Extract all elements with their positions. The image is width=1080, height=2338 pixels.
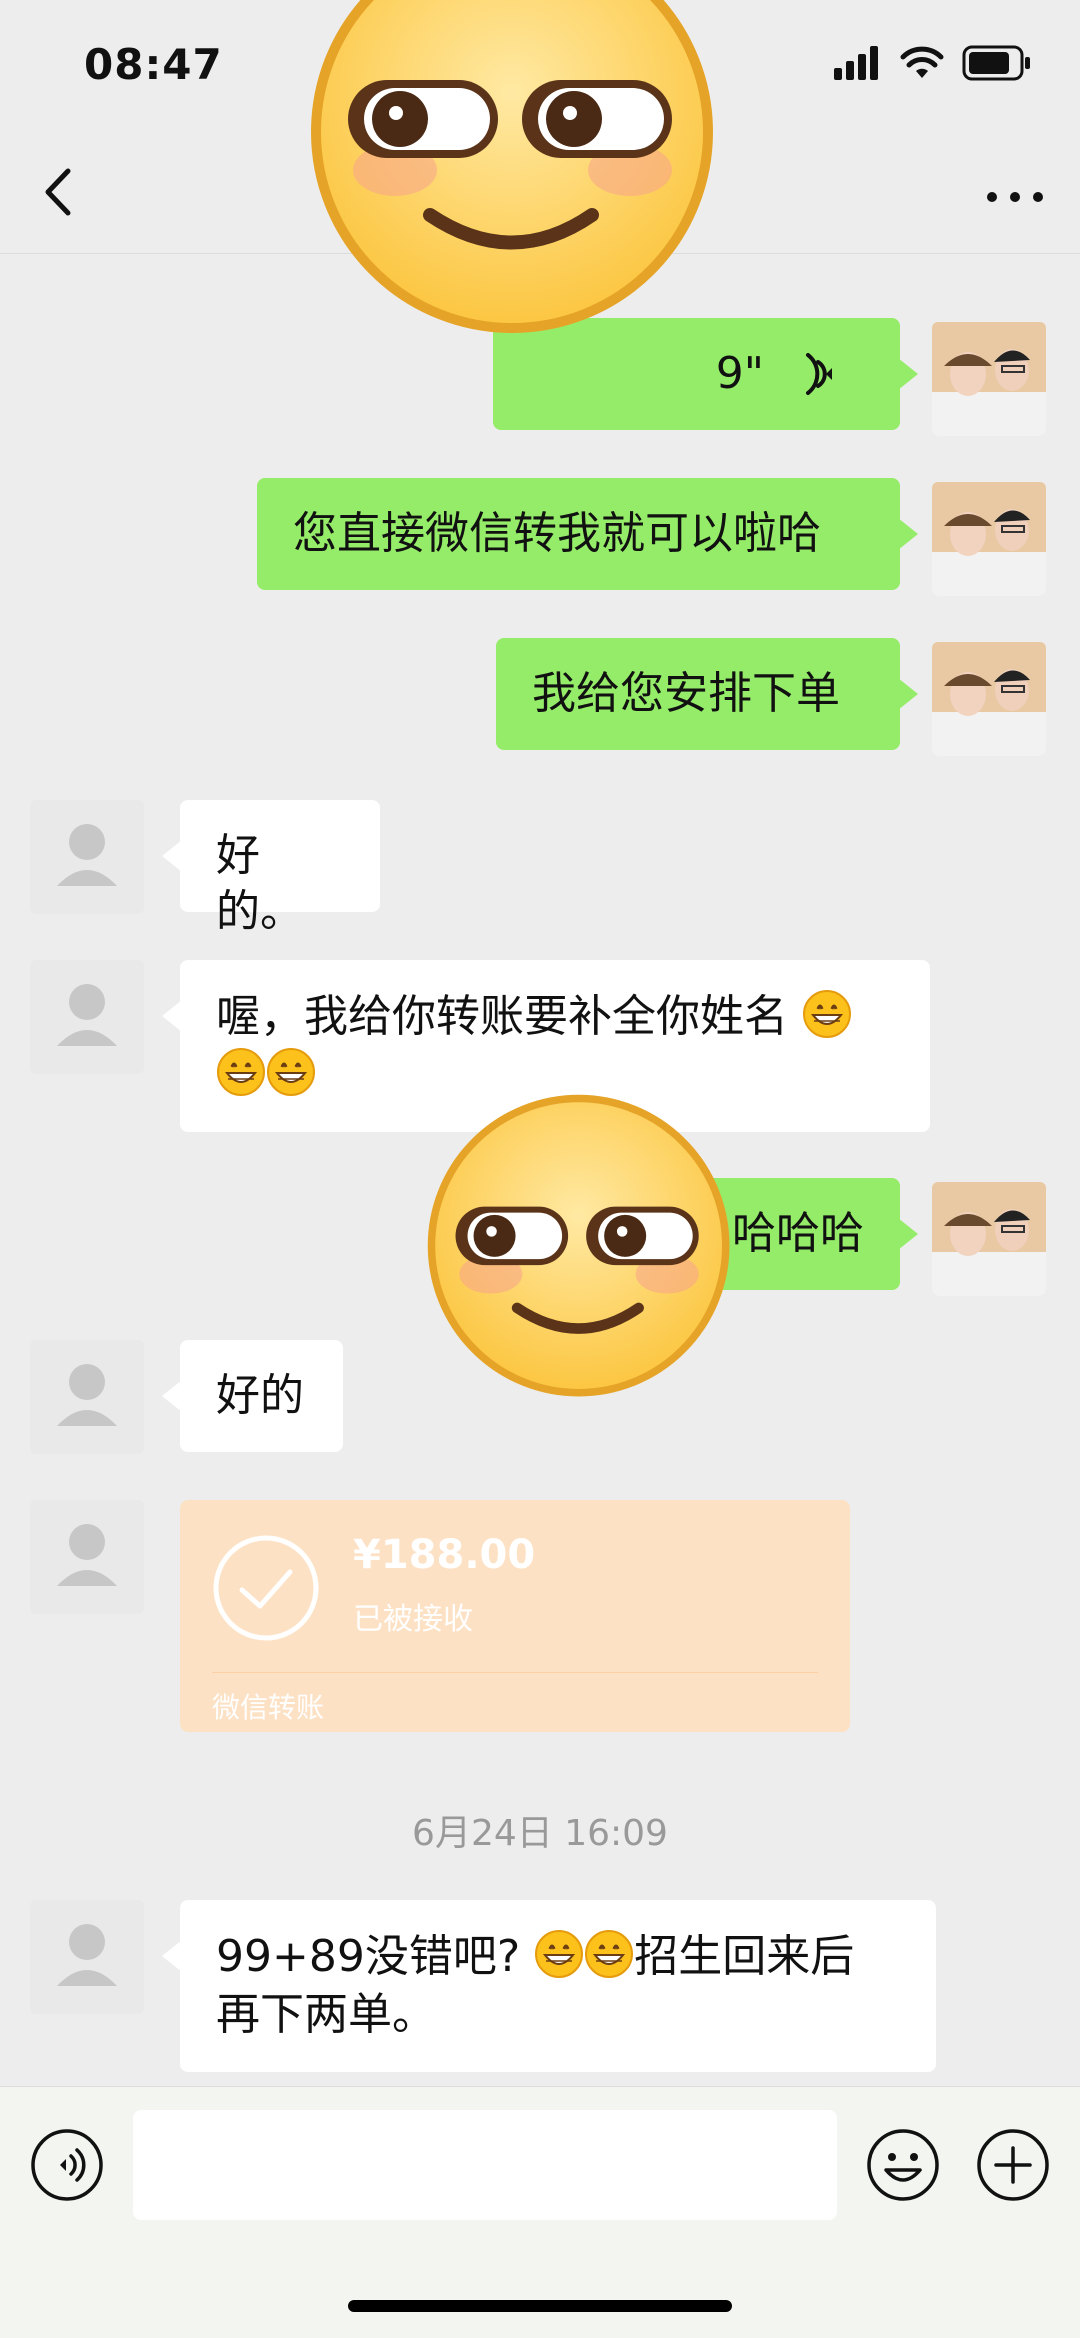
smirk-emoji-icon [311, 0, 713, 333]
couple-photo-avatar [932, 322, 1046, 436]
couple-photo-avatar [932, 642, 1046, 756]
couple-photo-avatar [932, 1182, 1046, 1296]
voice-input-icon [31, 2129, 103, 2201]
avatar[interactable] [932, 322, 1046, 436]
default-user-icon [57, 1924, 117, 1986]
battery-icon [962, 45, 1030, 81]
message-bubble[interactable]: 好的 [162, 1340, 343, 1452]
message-bubble[interactable]: 我给您安排下单 [496, 638, 918, 750]
transfer-status: 已被接收 [353, 1602, 473, 1637]
message-bubble[interactable]: 您直接微信转我就可以啦哈 [257, 478, 918, 590]
grin-emoji-icon [535, 1930, 584, 1978]
emoji-icon [867, 2129, 939, 2201]
grin-emoji-icon [803, 990, 851, 1038]
message-text: 好的 [216, 1370, 304, 1421]
signal-icon [834, 46, 878, 80]
message-bubble[interactable]: 99+89没错吧? 招生回来后 再下两单。 [162, 1900, 936, 2072]
message-input[interactable] [133, 2110, 837, 2220]
smirk-emoji-icon [427, 1094, 730, 1397]
avatar[interactable] [30, 800, 144, 914]
plus-icon [977, 2129, 1049, 2201]
avatar[interactable] [932, 482, 1046, 596]
wifi-icon [900, 46, 944, 78]
transfer-amount: ¥188.00 [353, 1532, 536, 1578]
avatar[interactable] [932, 642, 1046, 756]
grin-emoji-icon [267, 1048, 315, 1096]
message-text: 招生回来后 [634, 1931, 855, 1982]
voice-wave-icon [806, 353, 832, 395]
avatar[interactable] [932, 1182, 1046, 1296]
grin-emoji-icon [217, 1048, 265, 1096]
default-user-icon [57, 1364, 117, 1426]
emoji-button[interactable] [866, 2128, 940, 2202]
transfer-card[interactable]: ¥188.00 已被接收 微信转账 [180, 1500, 850, 1732]
avatar[interactable] [30, 1500, 144, 1614]
back-button[interactable] [30, 157, 90, 227]
divider [212, 1672, 818, 1673]
transfer-label: 微信转账 [212, 1691, 325, 1724]
couple-photo-avatar [932, 482, 1046, 596]
voice-toggle-button[interactable] [30, 2128, 104, 2202]
message-bubble[interactable]: 好的。 [162, 800, 380, 937]
avatar[interactable] [30, 1340, 144, 1454]
message-text: 好的。 [216, 830, 304, 937]
status-time: 08:47 [84, 40, 223, 89]
status-icons [834, 45, 1032, 81]
default-user-icon [57, 824, 117, 886]
voice-duration: 9" [715, 348, 764, 399]
more-button[interactable] [980, 159, 1050, 229]
check-circle-icon [213, 1535, 319, 1641]
default-user-icon [57, 984, 117, 1046]
message-text: 您直接微信转我就可以啦哈 [293, 508, 821, 559]
grin-emoji-icon [585, 1930, 634, 1978]
default-user-icon [57, 1524, 117, 1586]
message-text: 再下两单。 [216, 1989, 436, 2040]
avatar[interactable] [30, 960, 144, 1074]
message-text: 哈哈哈 [732, 1208, 864, 1259]
message-text: 我给您安排下单 [532, 668, 840, 719]
chevron-left-icon [45, 168, 71, 216]
more-dots-icon [987, 192, 1043, 202]
message-text: 99+89没错吧? [216, 1931, 521, 1982]
home-indicator [348, 2300, 732, 2312]
avatar[interactable] [30, 1900, 144, 2014]
add-button[interactable] [976, 2128, 1050, 2202]
timestamp: 6月24日 16:09 [412, 1813, 668, 1854]
message-text: 喔，我给你转账要补全你姓名 [216, 991, 788, 1042]
